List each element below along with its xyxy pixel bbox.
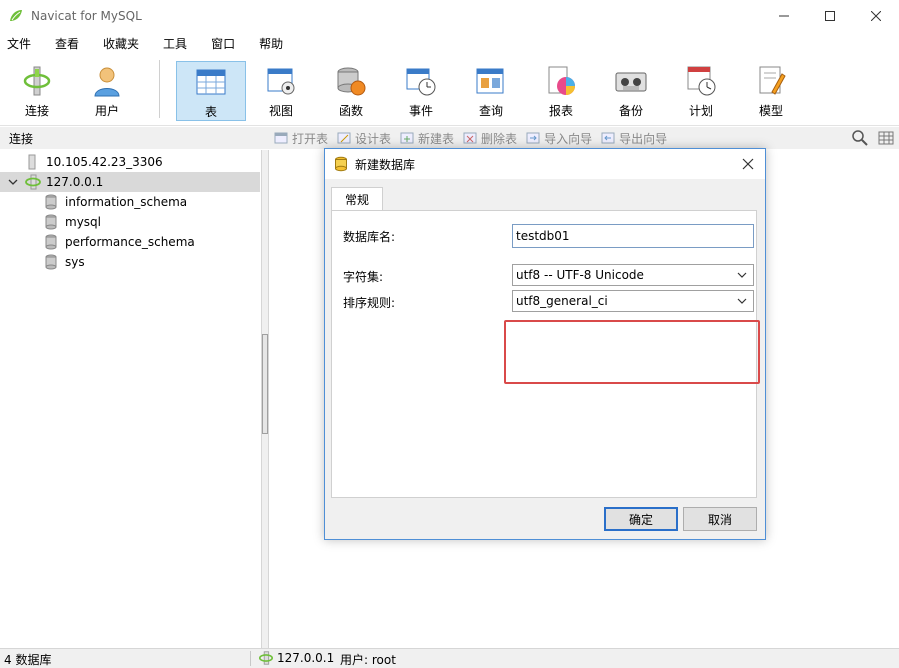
close-window-button[interactable] xyxy=(853,0,899,32)
database-icon xyxy=(45,234,57,250)
menu-help[interactable]: 帮助 xyxy=(253,34,289,54)
grid-view-icon[interactable] xyxy=(877,129,895,147)
report-icon xyxy=(548,66,575,95)
toolbar-function-button[interactable]: 函数 xyxy=(316,61,386,121)
connection-tree: 10.105.42.23_3306 127.0.0.1 information_… xyxy=(0,150,262,648)
model-icon xyxy=(759,66,786,95)
import-wizard-button[interactable]: 导入向导 xyxy=(526,130,592,147)
db-name-input[interactable] xyxy=(512,224,754,248)
title-bar: Navicat for MySQL xyxy=(0,0,899,32)
close-icon[interactable] xyxy=(739,155,757,173)
tree-item-database[interactable]: mysql xyxy=(44,212,101,232)
new-table-button[interactable]: 新建表 xyxy=(400,130,454,147)
toolbar-query-button[interactable]: 查询 xyxy=(456,61,526,121)
menu-favorites[interactable]: 收藏夹 xyxy=(97,34,145,54)
db-name-label: 数据库名: xyxy=(343,230,396,244)
delete-table-button[interactable]: 删除表 xyxy=(463,130,517,147)
menu-bar: 文件 查看 收藏夹 工具 窗口 帮助 xyxy=(0,32,899,56)
charset-select[interactable]: utf8 -- UTF-8 Unicode xyxy=(512,264,754,286)
toolbar-view-button[interactable]: 视图 xyxy=(246,61,316,121)
collation-select[interactable]: utf8_general_ci xyxy=(512,290,754,312)
new-database-dialog: 新建数据库 常规 数据库名: 字符集: utf8 -- UTF-8 Unicod… xyxy=(324,148,766,540)
close-icon xyxy=(871,11,881,21)
toolbar-model-button[interactable]: 模型 xyxy=(736,61,806,121)
database-icon xyxy=(335,156,347,172)
user-icon xyxy=(94,67,120,97)
toolbar-connection-button[interactable]: 连接 xyxy=(2,61,72,121)
window-title: Navicat for MySQL xyxy=(31,9,142,23)
chevron-down-icon xyxy=(737,298,747,304)
minimize-button[interactable] xyxy=(761,0,807,32)
query-icon xyxy=(476,68,504,94)
navicat-logo-icon xyxy=(10,10,22,21)
collation-label: 排序规则: xyxy=(343,296,396,310)
database-icon xyxy=(45,194,57,210)
highlight-box xyxy=(504,320,760,384)
main-toolbar: 连接 用户 表 视图 函数 事件 查询 报表 备份 计划 模型 xyxy=(0,56,899,126)
database-icon xyxy=(45,214,57,230)
status-database-count: 4 数据库 xyxy=(4,653,52,667)
event-icon xyxy=(406,68,436,96)
general-tab-panel: 数据库名: 字符集: utf8 -- UTF-8 Unicode 排序规则: u… xyxy=(331,210,760,498)
chevron-down-icon xyxy=(737,272,747,278)
charset-label: 字符集: xyxy=(343,270,384,284)
design-table-button[interactable]: 设计表 xyxy=(337,130,391,147)
toolbar-table-button[interactable]: 表 xyxy=(176,61,246,121)
menu-tools[interactable]: 工具 xyxy=(157,34,193,54)
ok-button[interactable]: 确定 xyxy=(604,507,678,531)
server-icon xyxy=(28,154,36,170)
tree-item-database[interactable]: performance_schema xyxy=(44,232,195,252)
tree-item-database[interactable]: information_schema xyxy=(44,192,187,212)
toolbar-backup-button[interactable]: 备份 xyxy=(596,61,666,121)
database-icon xyxy=(45,254,57,270)
search-icon[interactable] xyxy=(851,129,869,147)
import-icon xyxy=(526,132,540,144)
open-table-icon xyxy=(274,132,288,144)
export-wizard-button[interactable]: 导出向导 xyxy=(601,130,667,147)
export-icon xyxy=(601,132,615,144)
connected-server-icon xyxy=(25,174,41,190)
delete-table-icon xyxy=(463,132,477,144)
open-table-button[interactable]: 打开表 xyxy=(274,130,328,147)
toolbar-separator xyxy=(159,60,160,118)
chevron-down-icon[interactable] xyxy=(6,175,20,189)
connections-header: 连接 xyxy=(0,127,268,149)
tab-general[interactable]: 常规 xyxy=(331,187,383,211)
menu-view[interactable]: 查看 xyxy=(49,34,85,54)
view-icon xyxy=(267,68,295,95)
status-connection: 127.0.0.1 xyxy=(258,650,334,666)
toolbar-user-button[interactable]: 用户 xyxy=(72,61,142,121)
toolbar-schedule-button[interactable]: 计划 xyxy=(666,61,736,121)
design-table-icon xyxy=(337,132,351,144)
menu-file[interactable]: 文件 xyxy=(1,34,37,54)
maximize-button[interactable] xyxy=(807,0,853,32)
minimize-icon xyxy=(779,15,789,17)
connected-server-icon xyxy=(258,651,274,665)
schedule-icon xyxy=(687,66,716,96)
cancel-button[interactable]: 取消 xyxy=(683,507,757,531)
new-table-icon xyxy=(400,132,414,144)
dialog-title-bar: 新建数据库 xyxy=(325,149,765,179)
status-divider xyxy=(250,651,251,666)
backup-icon xyxy=(615,72,647,92)
toolbar-event-button[interactable]: 事件 xyxy=(386,61,456,121)
connection-icon xyxy=(23,66,51,96)
function-icon xyxy=(337,67,366,96)
tree-item-connection[interactable]: 10.105.42.23_3306 xyxy=(26,152,163,172)
object-toolbar: 打开表 设计表 新建表 删除表 导入向导 导出向导 xyxy=(268,127,899,149)
status-user: 用户: root xyxy=(340,653,396,667)
toolbar-report-button[interactable]: 报表 xyxy=(526,61,596,121)
tree-item-connection-selected[interactable]: 127.0.0.1 xyxy=(0,172,260,192)
status-bar: 4 数据库 127.0.0.1 用户: root xyxy=(0,648,899,668)
tree-item-database[interactable]: sys xyxy=(44,252,85,272)
maximize-icon xyxy=(825,11,835,21)
menu-window[interactable]: 窗口 xyxy=(205,34,241,54)
dialog-title: 新建数据库 xyxy=(355,157,416,172)
table-icon xyxy=(196,69,226,95)
